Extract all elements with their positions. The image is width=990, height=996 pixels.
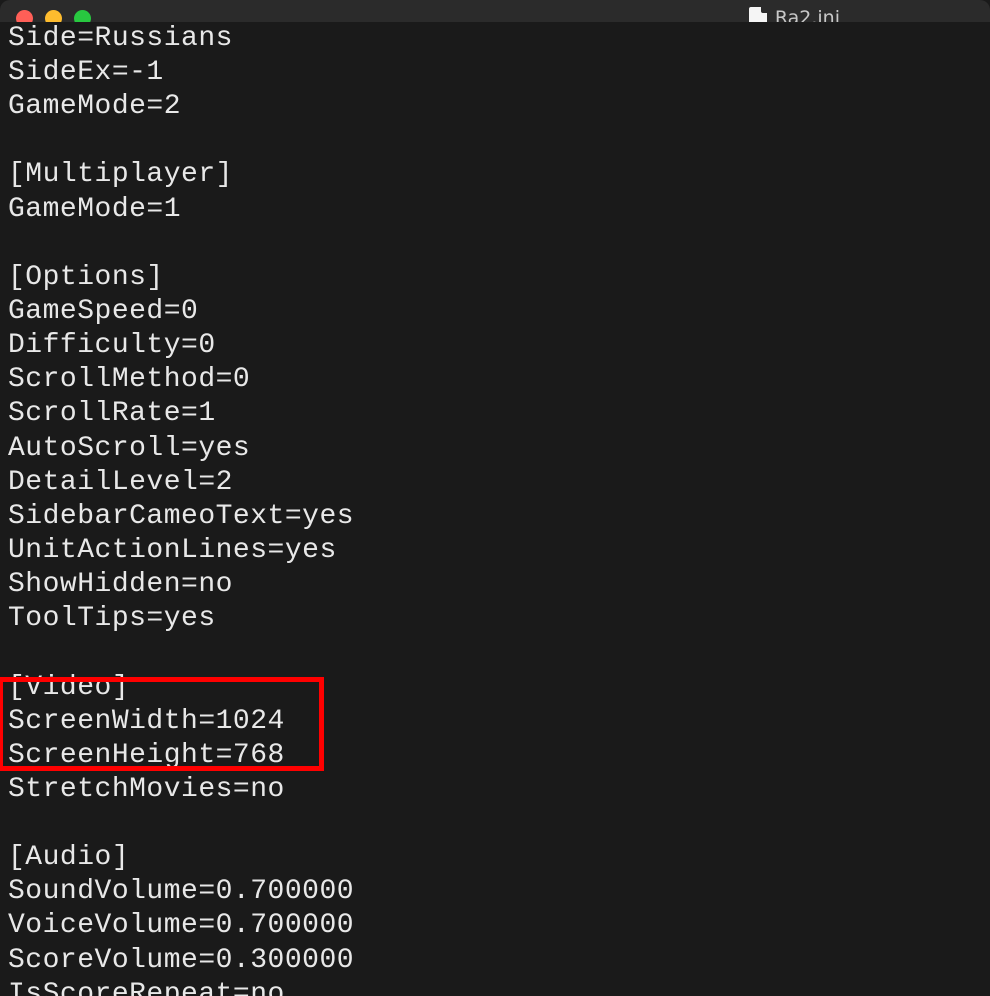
blank-line	[8, 807, 982, 841]
text-line: AutoScroll=yes	[8, 432, 982, 466]
text-line: ScrollMethod=0	[8, 363, 982, 397]
blank-line	[8, 637, 982, 671]
text-line: SoundVolume=0.700000	[8, 875, 982, 909]
text-editor[interactable]: Side=Russians SideEx=-1 GameMode=2 [Mult…	[0, 22, 990, 938]
text-line: GameSpeed=0	[8, 295, 982, 329]
text-line: UnitActionLines=yes	[8, 534, 982, 568]
text-line: GameMode=1	[8, 193, 982, 227]
blank-line	[8, 227, 982, 261]
text-line: ScreenWidth=1024	[8, 705, 982, 739]
text-line: StretchMovies=no	[8, 773, 982, 807]
section-header: [Multiplayer]	[8, 158, 982, 192]
section-header: [Video]	[8, 671, 982, 705]
text-line: SidebarCameoText=yes	[8, 500, 982, 534]
section-header: [Audio]	[8, 841, 982, 875]
text-line: DetailLevel=2	[8, 466, 982, 500]
text-line: ShowHidden=no	[8, 568, 982, 602]
text-line: SideEx=-1	[8, 56, 982, 90]
text-line: IsScoreRepeat=no	[8, 978, 982, 996]
text-line: ScrollRate=1	[8, 397, 982, 431]
text-line: ToolTips=yes	[8, 602, 982, 636]
text-line: GameMode=2	[8, 90, 982, 124]
text-line: VoiceVolume=0.700000	[8, 909, 982, 943]
blank-line	[8, 124, 982, 158]
text-line: ScoreVolume=0.300000	[8, 944, 982, 978]
text-line: Difficulty=0	[8, 329, 982, 363]
text-line: ScreenHeight=768	[8, 739, 982, 773]
text-line: Side=Russians	[8, 22, 982, 56]
section-header: [Options]	[8, 261, 982, 295]
